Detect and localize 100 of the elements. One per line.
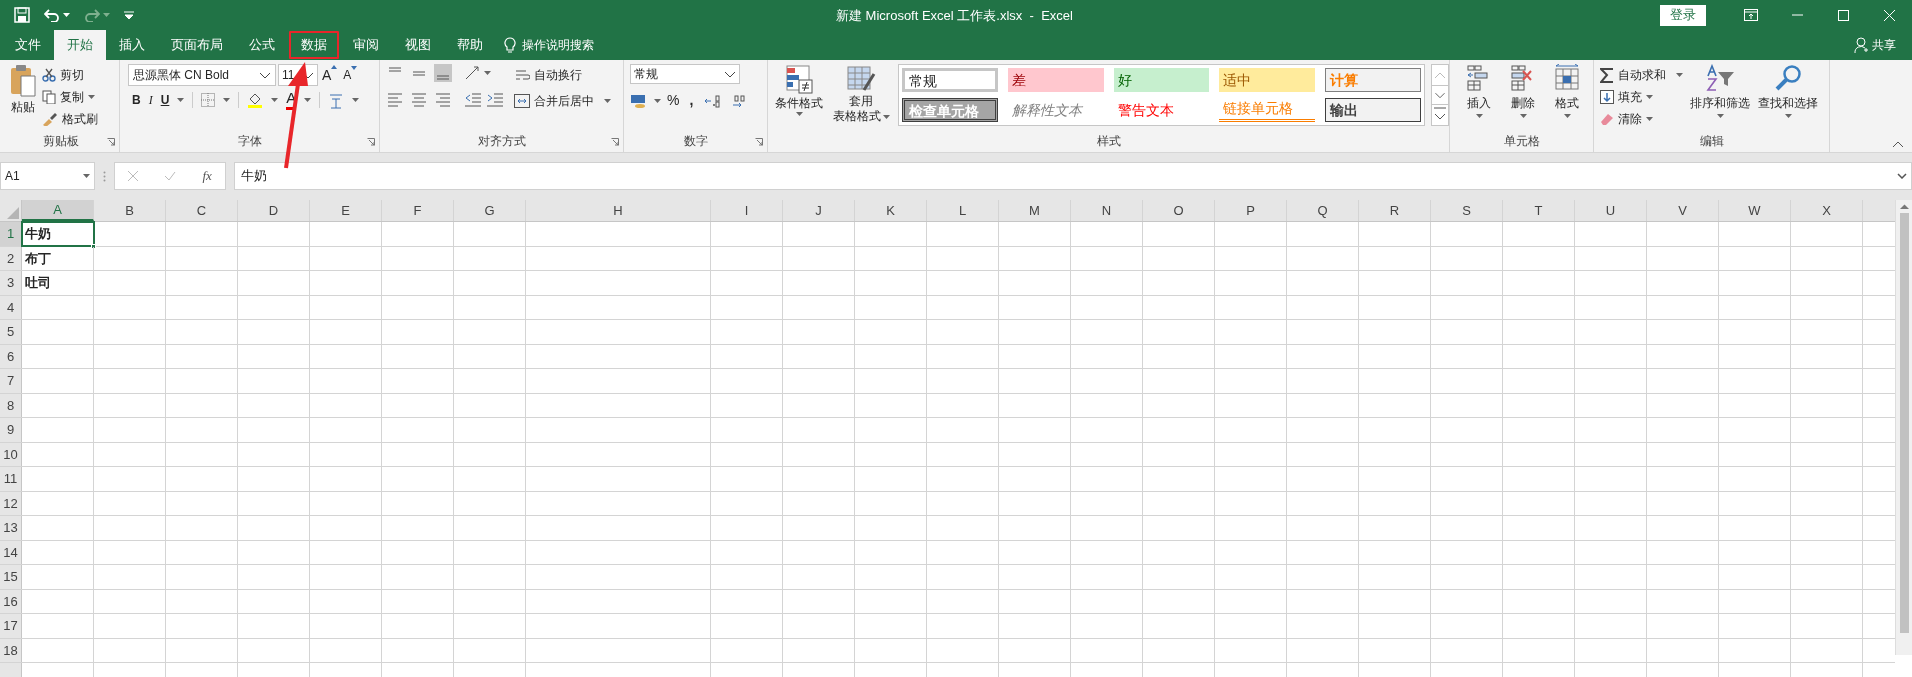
cell-style[interactable]: 好 [1113, 68, 1210, 92]
caret-up-icon[interactable] [331, 64, 338, 69]
ribbon-tab[interactable]: 视图 [392, 30, 444, 60]
format-painter-button[interactable]: 格式刷 [42, 108, 98, 130]
chevron-down-icon[interactable] [724, 70, 736, 78]
caret-icon[interactable] [304, 98, 312, 102]
column-header[interactable]: G [454, 200, 526, 221]
row-header[interactable]: 16 [0, 589, 22, 613]
column-header[interactable]: X [1791, 200, 1863, 221]
scroll-up-icon[interactable] [1899, 204, 1909, 209]
ribbon-tab[interactable]: 审阅 [340, 30, 392, 60]
collapse-ribbon-icon[interactable] [1892, 141, 1904, 148]
grow-font-button[interactable]: A [320, 64, 340, 86]
column-header[interactable]: C [166, 200, 238, 221]
expand-formula-icon[interactable] [1897, 173, 1907, 179]
orientation-icon[interactable] [464, 65, 482, 81]
row-header[interactable]: 18 [0, 638, 22, 662]
number-format-dropdown[interactable]: 常规 [630, 64, 740, 84]
caret-icon[interactable] [223, 98, 231, 102]
column-header[interactable]: O [1143, 200, 1215, 221]
ribbon-tab[interactable]: 帮助 [444, 30, 496, 60]
dialog-launcher-icon[interactable] [107, 138, 115, 146]
shrink-font-button[interactable]: A [341, 66, 360, 84]
column-header[interactable]: J [783, 200, 855, 221]
row-header[interactable]: 13 [0, 516, 22, 540]
row-header[interactable]: 17 [0, 614, 22, 638]
caret-icon[interactable] [1519, 114, 1527, 118]
bold-button[interactable]: B [132, 91, 141, 109]
chevron-down-icon[interactable] [259, 71, 271, 79]
column-header[interactable]: H [526, 200, 711, 221]
comma-button[interactable]: , [685, 90, 698, 111]
close-icon[interactable] [1883, 9, 1895, 21]
row-header[interactable]: 2 [0, 246, 22, 270]
cell-style[interactable]: 常规 [902, 68, 998, 92]
row-header[interactable]: 7 [0, 369, 22, 393]
row-header[interactable]: 1 [0, 222, 22, 246]
underline-button[interactable]: U [160, 91, 170, 109]
caret-icon[interactable] [604, 99, 611, 103]
insert-function-button[interactable]: fx [202, 166, 212, 186]
cell-style[interactable]: 差 [1007, 68, 1104, 92]
column-header[interactable]: I [711, 200, 783, 221]
column-header[interactable]: P [1215, 200, 1287, 221]
column-header[interactable]: M [999, 200, 1071, 221]
cells-button[interactable]: 删除 [1506, 64, 1540, 118]
vertical-scrollbar[interactable] [1895, 200, 1912, 655]
cell-style[interactable]: 适中 [1219, 68, 1316, 92]
column-header[interactable]: B [94, 200, 166, 221]
caret-icon[interactable] [795, 112, 803, 116]
row-header[interactable]: 10 [0, 442, 22, 466]
caret-icon[interactable] [352, 98, 360, 102]
fill-button[interactable]: 填充 [1600, 86, 1683, 108]
row-header[interactable]: 11 [0, 467, 22, 491]
italic-button[interactable]: I [148, 91, 153, 109]
column-header[interactable]: A [22, 200, 94, 221]
cells-button[interactable]: 插入 [1462, 64, 1496, 118]
row-header[interactable]: 8 [0, 393, 22, 417]
row-header[interactable]: 12 [0, 491, 22, 515]
formula-input[interactable]: 牛奶 [234, 162, 1912, 190]
column-header[interactable]: D [238, 200, 310, 221]
caret-icon[interactable] [484, 71, 491, 75]
fill-color-icon[interactable] [247, 92, 264, 108]
column-header[interactable]: E [310, 200, 382, 221]
row-header[interactable]: 4 [0, 295, 22, 319]
maximize-icon[interactable] [1837, 9, 1849, 21]
caret-icon[interactable] [63, 13, 70, 17]
row-header[interactable]: 5 [0, 320, 22, 344]
fill-handle[interactable] [91, 243, 96, 249]
column-header[interactable]: R [1359, 200, 1431, 221]
tell-me-search[interactable]: 操作说明搜索 [522, 36, 594, 54]
column-header[interactable]: S [1431, 200, 1503, 221]
ribbon-tab[interactable]: 公式 [236, 30, 288, 60]
lightbulb-icon[interactable] [504, 37, 516, 53]
caret-icon[interactable] [1475, 114, 1483, 118]
row-header[interactable]: 14 [0, 540, 22, 564]
caret-icon[interactable] [882, 114, 890, 119]
conditional-formatting-button[interactable]: 条件格式 [774, 64, 824, 126]
column-header[interactable]: V [1647, 200, 1719, 221]
column-header[interactable]: F [382, 200, 454, 221]
ribbon-tab[interactable]: 数据 [288, 30, 340, 60]
font-name-dropdown[interactable]: 思源黑体 CN Bold [128, 64, 276, 86]
share-button[interactable]: 共享 [1854, 30, 1896, 60]
caret-icon[interactable] [654, 98, 661, 103]
undo-icon[interactable] [44, 8, 60, 22]
ribbon-tab[interactable]: 插入 [106, 30, 158, 60]
column-header[interactable]: U [1575, 200, 1647, 221]
customize-icon[interactable] [124, 11, 134, 19]
row-header[interactable]: 6 [0, 344, 22, 368]
row-header[interactable]: 3 [0, 271, 22, 295]
ribbon-tab[interactable]: 页面布局 [158, 30, 236, 60]
caret-icon[interactable] [1716, 114, 1724, 118]
column-header[interactable]: T [1503, 200, 1575, 221]
minimize-icon[interactable] [1791, 14, 1803, 16]
autosum-button[interactable]: 自动求和 [1600, 64, 1683, 86]
caret-icon[interactable] [271, 98, 279, 102]
merge-center-button[interactable]: 合并后居中 [514, 90, 611, 112]
format-as-table-button[interactable]: 套用 表格格式 [830, 64, 892, 126]
column-header[interactable]: Q [1287, 200, 1359, 221]
ribbon-tab[interactable]: 文件 [2, 30, 54, 60]
clear-button[interactable]: 清除 [1600, 108, 1683, 130]
person-icon[interactable] [1854, 37, 1868, 53]
